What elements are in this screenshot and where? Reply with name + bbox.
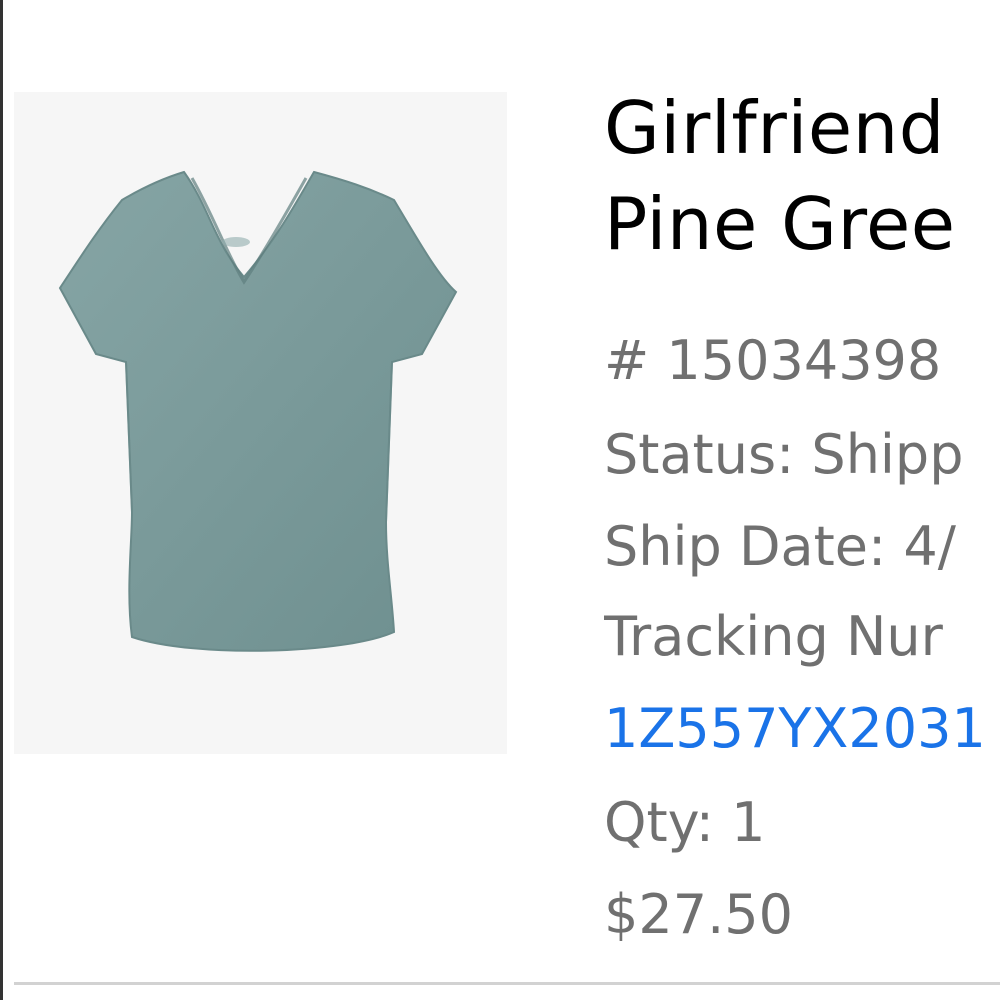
product-details: Girlfriend Pine Gree # 15034398 Status: … [604, 0, 1000, 1000]
price: $27.50 [604, 883, 793, 946]
product-image[interactable] [14, 92, 507, 754]
quantity: Qty: 1 [604, 791, 766, 854]
window-left-border [0, 0, 3, 1000]
shipping-status: Status: Shipp [604, 423, 964, 486]
item-divider [14, 982, 1000, 985]
product-title-line-2[interactable]: Pine Gree [604, 184, 956, 264]
ship-date: Ship Date: 4/ [604, 515, 956, 578]
tracking-number-link[interactable]: 1Z557YX2031 [604, 698, 986, 760]
order-number: # 15034398 [604, 329, 942, 392]
tshirt-icon [58, 170, 458, 652]
product-title-line-1[interactable]: Girlfriend [604, 88, 945, 168]
tracking-number-label: Tracking Nur [604, 605, 943, 668]
